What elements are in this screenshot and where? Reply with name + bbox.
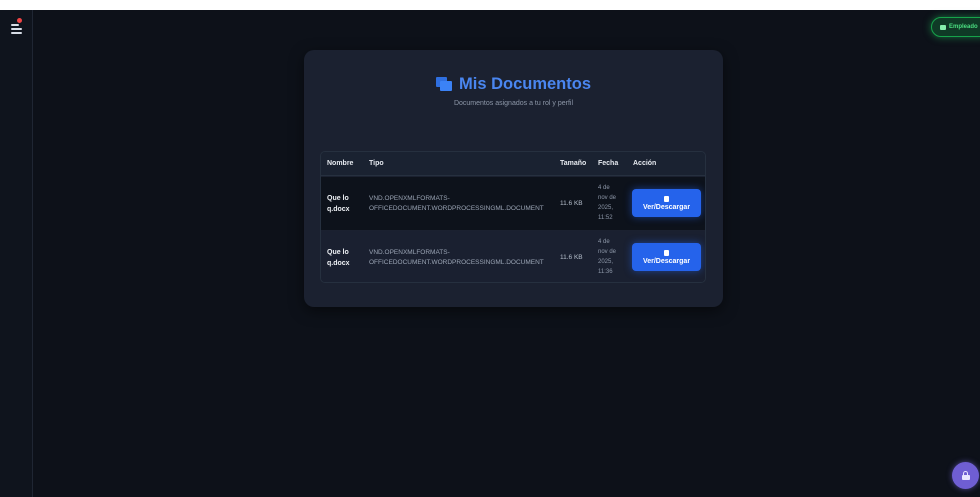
document-type-line: VND.OPENXMLFORMATS- bbox=[369, 195, 450, 202]
document-date-line: 11:52 bbox=[598, 215, 613, 221]
table-header: Nombre Tipo Tamaño Fecha Acción bbox=[321, 152, 705, 176]
column-header-date: Fecha bbox=[598, 160, 619, 167]
table-row: Que lo q.docx VND.OPENXMLFORMATS- OFFICE… bbox=[321, 177, 705, 230]
document-size: 11.6 KB bbox=[560, 254, 583, 261]
document-type-line: OFFICEDOCUMENT.WORDPROCESSINGML.DOCUMENT bbox=[369, 205, 544, 212]
menu-icon-bar bbox=[11, 32, 22, 34]
folder-icon bbox=[435, 77, 452, 91]
menu-icon-bar bbox=[11, 28, 22, 30]
document-icon bbox=[664, 195, 669, 202]
document-date-line: 4 de bbox=[598, 239, 610, 245]
menu-toggle-button[interactable] bbox=[10, 18, 24, 34]
documents-card: Mis Documentos Documentos asignados a tu… bbox=[304, 50, 723, 307]
view-download-label: Ver/Descargar bbox=[642, 203, 691, 211]
document-name-line: Que lo bbox=[327, 249, 349, 256]
card-header: Mis Documentos bbox=[304, 74, 723, 94]
role-badge[interactable]: Empleado bbox=[931, 17, 980, 37]
document-date: 4 de nov de 2025, 11:52 bbox=[598, 183, 628, 223]
role-badge-label: Empleado bbox=[949, 24, 978, 30]
page-title: Mis Documentos bbox=[458, 74, 592, 93]
document-type: VND.OPENXMLFORMATS- OFFICEDOCUMENT.WORDP… bbox=[369, 194, 559, 214]
lock-icon bbox=[961, 471, 970, 480]
column-header-name: Nombre bbox=[327, 160, 354, 167]
document-type-line: VND.OPENXMLFORMATS- bbox=[369, 249, 450, 256]
document-size: 11.6 KB bbox=[560, 200, 583, 207]
page-subtitle: Documentos asignados a tu rol y perfil bbox=[453, 100, 574, 107]
notification-dot bbox=[17, 18, 22, 23]
app-frame: Empleado Mis Documentos Documentos asign… bbox=[0, 10, 980, 497]
document-name-line: Que lo bbox=[327, 195, 349, 202]
document-type-line: OFFICEDOCUMENT.WORDPROCESSINGML.DOCUMENT bbox=[369, 259, 544, 266]
table-row: Que lo q.docx VND.OPENXMLFORMATS- OFFICE… bbox=[321, 231, 705, 282]
document-type: VND.OPENXMLFORMATS- OFFICEDOCUMENT.WORDP… bbox=[369, 248, 559, 268]
document-date-line: 11:36 bbox=[598, 269, 613, 275]
document-date-line: nov de bbox=[598, 249, 617, 255]
view-download-button[interactable]: Ver/Descargar bbox=[632, 243, 701, 271]
document-date-line: 2025, bbox=[598, 205, 614, 211]
document-icon bbox=[664, 249, 669, 256]
column-header-size: Tamaño bbox=[560, 160, 587, 167]
view-download-label: Ver/Descargar bbox=[642, 257, 691, 265]
column-header-action: Acción bbox=[633, 160, 657, 167]
document-name-line: q.docx bbox=[327, 260, 350, 267]
column-header-type: Tipo bbox=[369, 160, 384, 167]
briefcase-icon bbox=[940, 24, 946, 30]
document-date-line: nov de bbox=[598, 195, 617, 201]
view-download-button[interactable]: Ver/Descargar bbox=[632, 189, 701, 217]
menu-icon bbox=[11, 24, 19, 26]
sidebar bbox=[0, 10, 33, 497]
lock-button[interactable] bbox=[952, 462, 979, 489]
document-name-line: q.docx bbox=[327, 206, 350, 213]
document-date-line: 4 de bbox=[598, 185, 610, 191]
document-name: Que lo q.docx bbox=[327, 193, 363, 215]
document-date-line: 2025, bbox=[598, 259, 614, 265]
documents-table: Nombre Tipo Tamaño Fecha Acción Que lo q… bbox=[320, 151, 706, 283]
document-name: Que lo q.docx bbox=[327, 247, 363, 269]
document-date: 4 de nov de 2025, 11:36 bbox=[598, 237, 628, 277]
